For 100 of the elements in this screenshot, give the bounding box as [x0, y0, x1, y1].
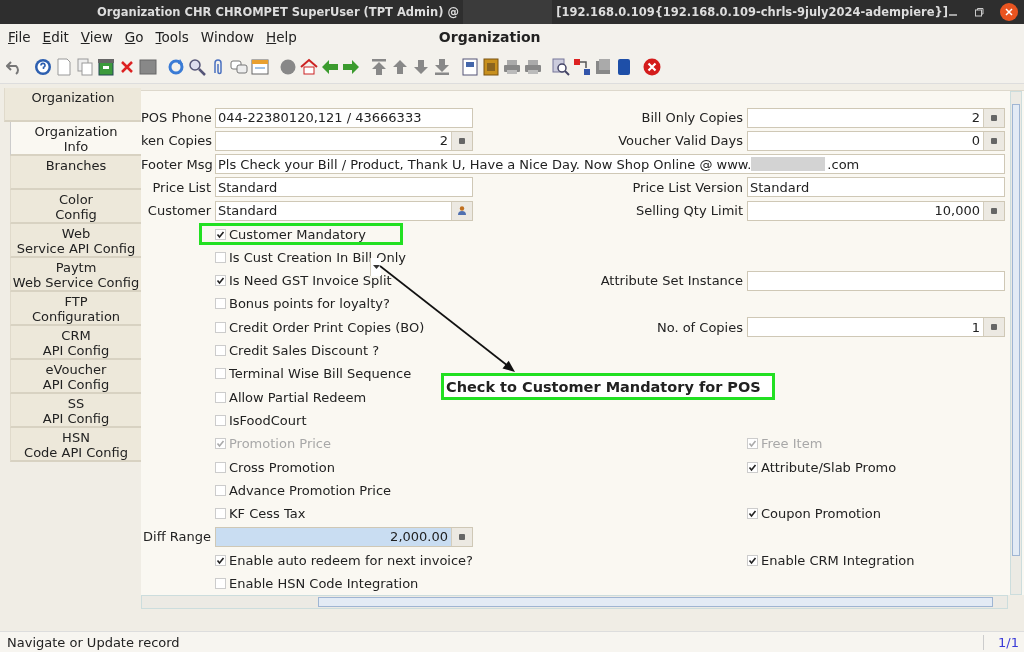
side-tab[interactable]: CRM API Config [10, 326, 141, 360]
calculator-button[interactable] [983, 201, 1004, 220]
menu-item[interactable]: File [8, 29, 31, 45]
checkbox[interactable] [215, 228, 226, 240]
search-icon[interactable] [188, 57, 206, 76]
printer-icon[interactable] [524, 57, 542, 76]
calculator-button[interactable] [451, 131, 472, 150]
checkbox[interactable] [215, 484, 226, 496]
workflow-icon[interactable] [573, 57, 591, 76]
calculator-button[interactable] [983, 108, 1004, 127]
checkbox[interactable] [747, 461, 758, 473]
checkbox-option[interactable]: Enable HSN Code Integration [215, 576, 419, 592]
search-field[interactable]: Standard [215, 200, 473, 221]
window-icon[interactable] [251, 57, 269, 76]
last-record-icon[interactable] [433, 57, 451, 76]
side-tab[interactable]: Branches [10, 156, 141, 190]
horizontal-scrollbar[interactable] [141, 595, 1008, 610]
menu-item[interactable]: Help [266, 29, 297, 45]
checkbox-option[interactable]: Coupon Promotion [747, 506, 881, 522]
zoom-icon[interactable] [552, 57, 570, 76]
close-icon[interactable] [1000, 3, 1018, 21]
checkbox-option[interactable]: IsFoodCourt [215, 412, 307, 428]
box-icon[interactable] [594, 57, 612, 76]
person-search-button[interactable] [451, 201, 472, 220]
printer-icon[interactable] [503, 57, 521, 76]
checkbox[interactable] [215, 345, 226, 357]
checkbox-option[interactable]: Advance Promotion Price [215, 482, 392, 498]
save-icon[interactable] [97, 57, 115, 76]
arrow-right-icon[interactable] [342, 57, 360, 76]
number-field[interactable]: 1 [747, 317, 1005, 338]
help-icon[interactable] [34, 57, 52, 76]
restore-icon[interactable] [974, 7, 984, 17]
checkbox[interactable] [747, 554, 758, 566]
checkbox[interactable] [215, 461, 226, 473]
text-field[interactable]: 044-22380120,121 / 43666333 [215, 107, 473, 128]
checkbox-option[interactable]: Cross Promotion [215, 459, 335, 475]
dropdown-field[interactable]: Standard [747, 177, 1005, 198]
checkbox-option[interactable]: Is Need GST Invoice Split [215, 273, 392, 289]
field-label: POS Phone [141, 110, 211, 126]
checkbox[interactable] [215, 508, 226, 520]
checkbox[interactable] [215, 321, 226, 333]
number-field[interactable]: 0 [747, 130, 1005, 151]
window-title: Organization CHR CHROMPET SuperUser (TPT Admin) @ [97, 5, 459, 19]
arrow-up-icon[interactable] [391, 57, 409, 76]
menu-item[interactable]: View [80, 29, 113, 45]
side-tab[interactable]: eVoucher API Config [10, 360, 141, 394]
number-field[interactable]: 10,000 [747, 200, 1005, 221]
person-icon [458, 206, 466, 216]
checkbox-option[interactable]: Customer Mandatory [215, 226, 366, 242]
side-tab[interactable]: SS API Config [10, 394, 141, 428]
checkbox[interactable] [215, 554, 226, 566]
checkbox[interactable] [215, 368, 226, 380]
menu-item[interactable]: Window [200, 29, 255, 45]
side-tab[interactable]: FTP Configuration [10, 292, 141, 326]
side-tab[interactable]: Color Config [10, 190, 141, 224]
field-label: Customer [146, 203, 211, 219]
menu-item[interactable]: Tools [155, 29, 189, 45]
refresh-icon[interactable] [167, 57, 185, 76]
book-icon[interactable] [615, 57, 633, 76]
side-tab[interactable]: Paytm Web Service Config [10, 258, 141, 292]
menu-item[interactable]: Edit [42, 29, 69, 45]
checkbox[interactable] [215, 298, 226, 310]
number-field[interactable]: 2,000.00 [215, 526, 473, 547]
side-tab[interactable]: HSN Code API Config [10, 428, 141, 462]
checkbox-option[interactable]: Enable CRM Integration [747, 552, 915, 568]
checkbox-option[interactable]: Credit Sales Discount ? [215, 343, 380, 359]
chat-icon[interactable] [230, 57, 248, 76]
text-field[interactable]: Pls Check your Bill / Product, Thank U, Have a Nice Day. Now Shop Online @ www. .com [215, 154, 1005, 175]
checkbox[interactable] [215, 251, 226, 263]
field-label: Diff Range [142, 529, 211, 545]
checkbox-option[interactable]: Credit Order Print Copies (BO) [215, 319, 425, 335]
menu-item[interactable]: Go [124, 29, 144, 45]
checkbox-option[interactable]: Allow Partial Redeem [215, 389, 367, 405]
first-record-icon[interactable] [370, 57, 388, 76]
checkbox[interactable] [215, 275, 226, 287]
checkbox-option[interactable]: Enable auto redeem for next invoice? [215, 552, 473, 568]
number-field[interactable]: 2 [747, 107, 1005, 128]
checkbox-option[interactable]: KF Cess Tax [215, 506, 306, 522]
report-icon[interactable] [461, 57, 479, 76]
calculator-button[interactable] [983, 318, 1004, 337]
checkbox-option[interactable]: Attribute/Slab Promo [747, 459, 897, 475]
number-field[interactable]: 2 [215, 130, 473, 151]
checkbox[interactable] [215, 414, 226, 426]
checkbox[interactable] [215, 578, 226, 590]
checkbox-option[interactable]: Bonus points for loyalty? [215, 296, 390, 312]
circle-icon[interactable] [279, 57, 297, 76]
dropdown-field[interactable]: Standard [215, 177, 473, 198]
side-tab[interactable]: Organization [4, 88, 141, 122]
calculator-button[interactable] [983, 131, 1004, 150]
side-tab[interactable]: Web Service API Config [10, 224, 141, 258]
arrow-down-icon[interactable] [412, 57, 430, 76]
archive-icon[interactable] [482, 57, 500, 76]
side-tab[interactable]: Organization Info [10, 122, 141, 156]
checkbox[interactable] [215, 391, 226, 403]
field-label: Voucher Valid Days [617, 133, 743, 149]
vertical-scrollbar[interactable] [1010, 90, 1022, 596]
checkbox[interactable] [747, 508, 758, 520]
checkbox-option[interactable]: Terminal Wise Bill Sequence [215, 366, 412, 382]
home-icon[interactable] [300, 57, 318, 76]
calculator-button[interactable] [451, 527, 472, 546]
